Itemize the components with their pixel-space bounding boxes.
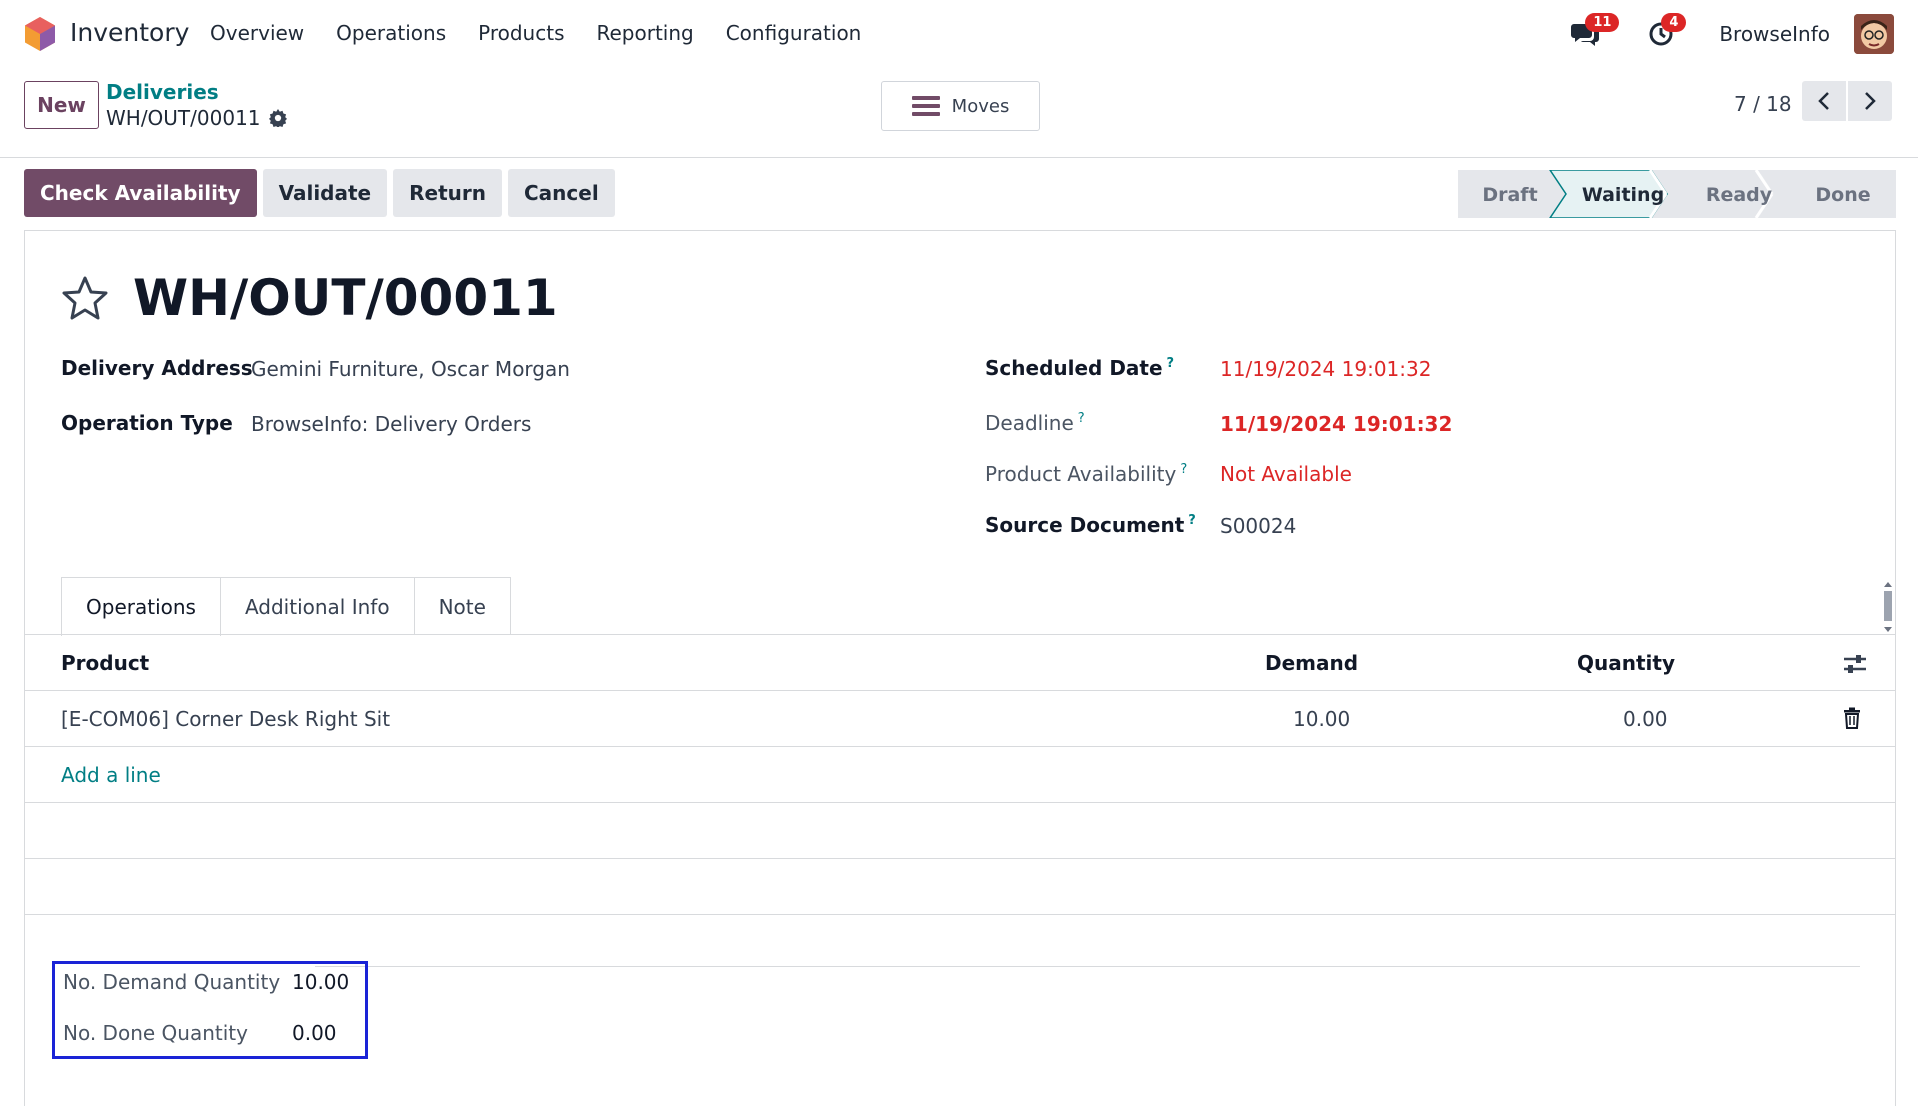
top-navbar: Inventory Overview Operations Products R… <box>0 0 1918 68</box>
activities-badge: 4 <box>1661 13 1687 32</box>
moves-smart-button[interactable]: Moves <box>881 81 1040 131</box>
main-menu: Overview Operations Products Reporting C… <box>210 21 861 45</box>
row-quantity[interactable]: 0.00 <box>1623 707 1668 731</box>
breadcrumb-deliveries[interactable]: Deliveries <box>106 80 219 104</box>
delivery-address-label: Delivery Address <box>61 356 253 380</box>
deadline-help-icon[interactable]: ? <box>1078 411 1085 426</box>
validate-button[interactable]: Validate <box>262 169 388 217</box>
optional-columns-icon[interactable] <box>1843 653 1867 675</box>
company-switcher[interactable]: BrowseInfo <box>1719 22 1830 46</box>
table-header: Product Demand Quantity <box>25 635 1895 691</box>
gear-icon[interactable] <box>268 109 287 127</box>
column-demand[interactable]: Demand <box>1265 651 1358 675</box>
tab-operations[interactable]: Operations <box>61 577 221 636</box>
form-sheet: WH/OUT/00011 Delivery Address Gemini Fur… <box>24 230 1896 1106</box>
breadcrumb-current-label: WH/OUT/00011 <box>106 106 261 130</box>
deadline-field[interactable]: 11/19/2024 19:01:32 <box>1220 412 1452 436</box>
status-waiting[interactable]: Waiting <box>1582 184 1664 206</box>
product-availability-value: Not Available <box>1220 462 1352 486</box>
status-draft[interactable]: Draft <box>1482 184 1537 206</box>
source-document-field[interactable]: S00024 <box>1220 514 1296 538</box>
record-title: WH/OUT/00011 <box>133 269 558 327</box>
product-availability-label-text: Product Availability <box>985 462 1177 486</box>
scheduled-date-label: Scheduled Date? <box>985 356 1174 380</box>
notebook-tabs: Operations Additional Info Note <box>61 577 511 636</box>
add-line-row: Add a line <box>25 747 1895 803</box>
return-button[interactable]: Return <box>393 169 502 217</box>
breadcrumb-current: WH/OUT/00011 <box>106 106 287 130</box>
tab-note[interactable]: Note <box>414 577 511 635</box>
empty-row <box>25 803 1895 859</box>
menu-operations[interactable]: Operations <box>336 21 446 45</box>
control-panel: New Deliveries WH/OUT/00011 Moves 7 / 18 <box>0 68 1918 158</box>
quantity-summary-highlight: No. Demand Quantity 10.00 No. Done Quant… <box>52 961 368 1059</box>
product-availability-label: Product Availability? <box>985 462 1187 486</box>
cancel-button[interactable]: Cancel <box>508 169 615 217</box>
row-demand[interactable]: 10.00 <box>1293 707 1350 731</box>
tab-additional-info[interactable]: Additional Info <box>220 577 415 635</box>
scheduled-date-help-icon[interactable]: ? <box>1167 356 1175 371</box>
scheduled-date-field[interactable]: 11/19/2024 19:01:32 <box>1220 357 1431 381</box>
menu-reporting[interactable]: Reporting <box>596 21 693 45</box>
deadline-label: Deadline? <box>985 411 1085 435</box>
chevron-left-icon <box>1818 92 1829 110</box>
menu-configuration[interactable]: Configuration <box>726 21 862 45</box>
avatar-face-icon <box>1854 14 1894 54</box>
empty-row <box>25 859 1895 915</box>
trash-icon[interactable] <box>1843 707 1861 729</box>
check-availability-button[interactable]: Check Availability <box>24 169 257 217</box>
column-quantity[interactable]: Quantity <box>1577 651 1675 675</box>
menu-overview[interactable]: Overview <box>210 21 304 45</box>
list-icon <box>911 96 940 116</box>
done-quantity-label: No. Done Quantity <box>63 1021 248 1045</box>
pager-next-button[interactable] <box>1848 81 1892 121</box>
pager-previous-button[interactable] <box>1802 81 1846 121</box>
table-row[interactable]: [E-COM06] Corner Desk Right Sit 10.00 0.… <box>25 691 1895 747</box>
chevron-right-icon <box>1865 92 1876 110</box>
source-document-help-icon[interactable]: ? <box>1188 513 1196 528</box>
app-name[interactable]: Inventory <box>70 18 189 47</box>
source-document-label-text: Source Document <box>985 513 1185 537</box>
add-line-link[interactable]: Add a line <box>61 763 161 787</box>
user-avatar[interactable] <box>1854 14 1894 54</box>
column-product[interactable]: Product <box>61 651 149 675</box>
delivery-address-field[interactable]: Gemini Furniture, Oscar Morgan <box>251 357 570 381</box>
systray: 11 4 BrowseInfo <box>1567 13 1894 54</box>
scheduled-date-label-text: Scheduled Date <box>985 356 1163 380</box>
messages-button[interactable]: 11 <box>1567 13 1620 52</box>
status-ready[interactable]: Ready <box>1706 184 1773 206</box>
deadline-label-text: Deadline <box>985 411 1074 435</box>
row-product[interactable]: [E-COM06] Corner Desk Right Sit <box>61 707 390 731</box>
demand-quantity-value: 10.00 <box>292 970 350 994</box>
status-done[interactable]: Done <box>1815 184 1870 206</box>
operation-type-label: Operation Type <box>61 411 233 435</box>
totals-divider <box>315 966 1860 967</box>
inventory-app-icon[interactable] <box>24 16 56 52</box>
scrollbar[interactable] <box>1881 581 1895 633</box>
status-bar: Draft Waiting Ready Done <box>1458 170 1896 218</box>
new-button[interactable]: New <box>24 81 99 129</box>
moves-label: Moves <box>951 95 1010 117</box>
product-availability-help-icon[interactable]: ? <box>1180 462 1187 477</box>
activities-button[interactable]: 4 <box>1643 13 1687 52</box>
operation-type-field[interactable]: BrowseInfo: Delivery Orders <box>251 412 531 436</box>
form-action-bar: Check Availability Validate Return Cance… <box>24 169 615 217</box>
star-icon[interactable] <box>61 275 109 321</box>
messages-badge: 11 <box>1585 13 1620 32</box>
menu-products[interactable]: Products <box>478 21 564 45</box>
title-row: WH/OUT/00011 <box>61 269 558 327</box>
demand-quantity-label: No. Demand Quantity <box>63 970 281 994</box>
source-document-label: Source Document? <box>985 513 1196 537</box>
pager-value[interactable]: 7 / 18 <box>1734 92 1792 116</box>
done-quantity-value: 0.00 <box>292 1021 337 1045</box>
